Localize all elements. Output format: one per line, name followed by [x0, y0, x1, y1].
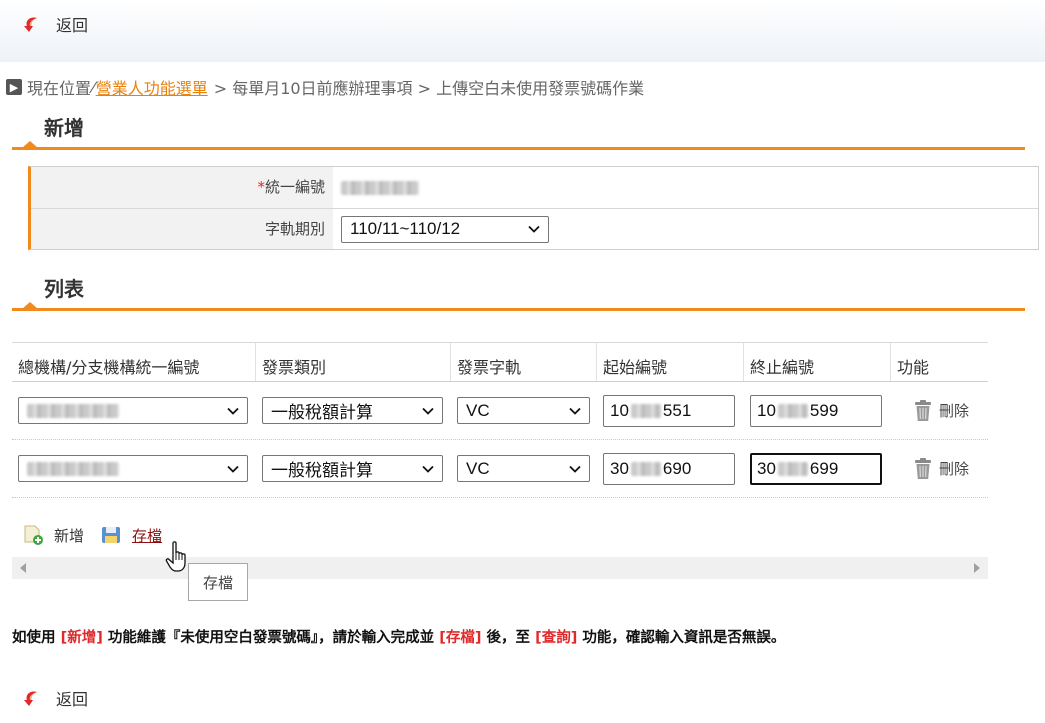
breadcrumb-rest: > 每單月10日前應辦理事項 > 上傳空白未使用發票號碼作業: [213, 79, 645, 98]
category-select[interactable]: 一般稅額計算: [262, 455, 443, 482]
notice-highlight-query: [查詢]: [535, 630, 578, 646]
add-row-button[interactable]: 新增: [22, 524, 84, 546]
invoice-grid: 總機構/分支機構統一編號 發票類別 發票字軌 起始編號 終止編號 功能 一般稅額…: [12, 342, 988, 498]
end-number-input[interactable]: 10 599: [750, 394, 882, 427]
chevron-down-icon: [227, 407, 239, 415]
trash-icon: [915, 399, 931, 421]
add-form: *統一編號 字軌期別 110/11~110/12: [28, 166, 1039, 250]
track-select[interactable]: VC: [457, 455, 590, 482]
tax-id-redacted: [341, 180, 419, 195]
header-band: [0, 0, 1045, 62]
branch-tax-id-select[interactable]: [18, 397, 248, 424]
start-number-input[interactable]: 30 690: [603, 452, 735, 485]
col-header-action: 功能: [897, 358, 930, 377]
save-label: 存檔: [132, 526, 163, 545]
chevron-down-icon: [422, 407, 434, 415]
scroll-left-icon[interactable]: [20, 563, 26, 573]
tax-id-value: [333, 167, 1038, 208]
breadcrumb-slash: ⁄: [92, 77, 95, 97]
chevron-down-icon: [569, 465, 581, 473]
table-row: 一般稅額計算 VC 10 551 10 599 刪除: [12, 382, 988, 440]
table-row: 一般稅額計算 VC 30 690 30 699 刪除: [12, 440, 988, 498]
delete-label: 刪除: [939, 460, 970, 478]
usage-notice: 如使用 [新增] 功能維護『未使用空白發票號碼』，請於輸入完成並 [存檔] 後，…: [12, 630, 786, 646]
back-arrow-icon: [24, 17, 37, 32]
track-value: VC: [466, 400, 490, 420]
notice-highlight-add: [新增]: [60, 630, 103, 646]
category-select[interactable]: 一般稅額計算: [262, 397, 443, 424]
col-header-tax-id: 總機構/分支機構統一編號: [12, 343, 256, 381]
save-tooltip: 存檔: [188, 563, 248, 601]
form-row-tax-id: *統一編號: [31, 167, 1038, 209]
track-value: VC: [466, 458, 490, 478]
period-select[interactable]: 110/11~110/12: [341, 215, 549, 243]
form-row-period: 字軌期別 110/11~110/12: [31, 209, 1038, 249]
grid-header: 總機構/分支機構統一編號 發票類別 發票字軌 起始編號 終止編號 功能: [12, 343, 988, 382]
scroll-right-icon[interactable]: [974, 563, 980, 573]
chevron-down-icon: [422, 465, 434, 473]
add-row-label: 新增: [54, 526, 85, 545]
branch-tax-id-redacted: [27, 403, 119, 418]
save-button[interactable]: 存檔: [100, 524, 162, 546]
section-title-list: 列表: [44, 277, 84, 301]
col-header-end: 終止編號: [744, 343, 891, 381]
section-title-add: 新增: [44, 116, 84, 140]
breadcrumb-arrow-icon: ▶: [6, 79, 22, 95]
back-label: 返回: [56, 16, 89, 35]
tax-id-label: *統一編號: [31, 167, 333, 208]
delete-button[interactable]: 刪除: [897, 399, 970, 422]
required-mark: *: [257, 178, 265, 196]
col-header-start: 起始編號: [597, 343, 744, 381]
breadcrumb-prefix: 現在位置: [27, 79, 92, 98]
period-label: 字軌期別: [31, 209, 333, 249]
period-value-cell: 110/11~110/12: [333, 209, 1038, 249]
branch-tax-id-redacted: [27, 461, 119, 476]
delete-button[interactable]: 刪除: [897, 457, 970, 480]
chevron-down-icon: [569, 407, 581, 415]
start-number-input[interactable]: 10 551: [603, 394, 735, 427]
category-value: 一般稅額計算: [271, 461, 373, 480]
add-document-icon: [24, 525, 43, 545]
branch-tax-id-select[interactable]: [18, 455, 248, 482]
back-link-bottom[interactable]: 返回: [22, 686, 88, 710]
back-link-top[interactable]: 返回: [22, 12, 88, 36]
tax-id-label-text: 統一編號: [264, 178, 325, 196]
grid-toolbar: 新增 存檔: [22, 524, 178, 546]
end-number-input[interactable]: 30 699: [750, 452, 882, 485]
breadcrumb-link-menu[interactable]: 營業人功能選單: [96, 75, 208, 99]
section-divider-add: [12, 147, 1025, 150]
breadcrumb: ▶ 現在位置 ⁄ 營業人功能選單 > 每單月10日前應辦理事項 > 上傳空白未使…: [6, 75, 644, 99]
col-header-track: 發票字軌: [451, 343, 597, 381]
chevron-down-icon: [528, 225, 540, 233]
floppy-disk-icon: [102, 527, 121, 543]
category-value: 一般稅額計算: [271, 403, 373, 422]
col-header-category: 發票類別: [256, 343, 451, 381]
track-select[interactable]: VC: [457, 397, 590, 424]
notice-highlight-save: [存檔]: [439, 630, 482, 646]
back-arrow-icon: [24, 691, 37, 706]
delete-label: 刪除: [939, 402, 970, 420]
back-label: 返回: [56, 690, 89, 709]
hand-cursor-icon: [165, 541, 186, 572]
trash-icon: [915, 457, 931, 479]
chevron-down-icon: [227, 465, 239, 473]
grid-horizontal-scrollbar[interactable]: [12, 557, 988, 579]
section-divider-list: [12, 308, 1025, 311]
period-select-value: 110/11~110/12: [350, 219, 461, 238]
